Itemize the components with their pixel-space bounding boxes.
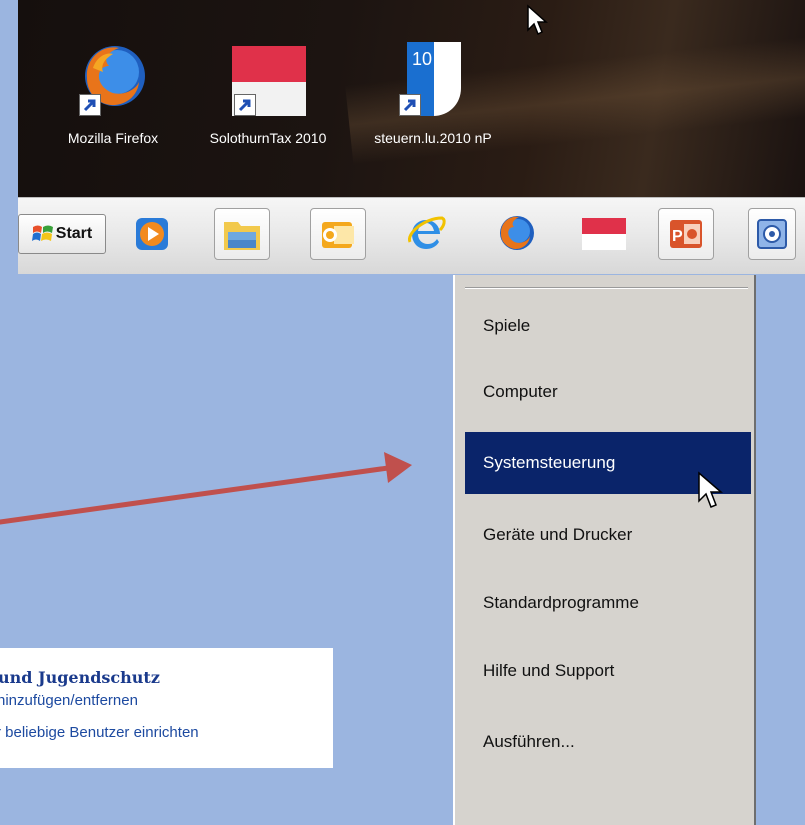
svg-text:P: P xyxy=(672,228,683,245)
powerpoint-icon: P xyxy=(670,220,702,248)
steuern-lu-icon: 10 xyxy=(393,38,473,118)
taskbar-firefox[interactable] xyxy=(492,210,540,258)
menu-item-computer[interactable]: Computer xyxy=(465,361,751,423)
panel-link-add-remove[interactable]: hinzufügen/entfernen xyxy=(0,692,138,709)
menu-item-ausfuehren[interactable]: Ausführen... xyxy=(465,711,751,773)
panel-link-setup-users[interactable]: r beliebige Benutzer einrichten xyxy=(0,724,199,741)
shortcut-arrow-icon xyxy=(234,94,256,116)
taskbar-internet-explorer[interactable] xyxy=(402,210,450,258)
steuern-badge: 10 xyxy=(412,49,432,69)
outlook-icon xyxy=(322,222,354,248)
taskbar-outlook[interactable] xyxy=(310,208,366,260)
start-button[interactable]: Start xyxy=(18,214,106,254)
shortcut-arrow-icon xyxy=(399,94,421,116)
shortcut-arrow-icon xyxy=(79,94,101,116)
taskbar-explorer[interactable] xyxy=(214,208,270,260)
explorer-folder-icon xyxy=(224,222,260,250)
taskbar: Start P xyxy=(18,197,805,274)
windows-logo-icon xyxy=(31,225,53,241)
firefox-icon xyxy=(500,216,534,250)
desktop-icon-solothurntax[interactable]: SolothurnTax 2010 xyxy=(193,38,343,146)
desktop-icon-steuern-lu[interactable]: 10 steuern.lu.2010 nP xyxy=(358,38,508,146)
menu-item-spiele[interactable]: Spiele xyxy=(465,295,751,357)
help-app-icon xyxy=(757,219,787,249)
mouse-cursor-icon xyxy=(698,471,723,508)
menu-item-hilfe-und-support[interactable]: Hilfe und Support xyxy=(465,640,751,702)
firefox-icon xyxy=(73,38,153,118)
menu-separator xyxy=(465,287,748,289)
panel-title[interactable]: und Jugendschutz xyxy=(0,668,160,687)
media-player-icon xyxy=(136,218,168,250)
screen: { "desktop": { "icons": [ { "label": "Mo… xyxy=(0,0,805,825)
control-panel-snippet: und Jugendschutz hinzufügen/entfernen r … xyxy=(0,648,333,768)
desktop-icon-label: SolothurnTax 2010 xyxy=(209,130,327,146)
desktop-icon-label: steuern.lu.2010 nP xyxy=(374,130,492,146)
taskbar-solothurntax[interactable] xyxy=(578,210,630,258)
solothurntax-icon xyxy=(228,38,308,118)
mouse-cursor-icon xyxy=(527,4,548,36)
internet-explorer-icon xyxy=(408,216,446,249)
desktop: Mozilla Firefox SolothurnTax 2010 10 ste… xyxy=(18,0,805,197)
desktop-icon-firefox[interactable]: Mozilla Firefox xyxy=(38,38,188,146)
solothurntax-icon xyxy=(582,218,626,250)
start-label: Start xyxy=(55,225,93,242)
taskbar-powerpoint[interactable]: P xyxy=(658,208,714,260)
start-menu-right-pane: Spiele Computer Systemsteuerung Geräte u… xyxy=(453,275,756,825)
taskbar-help-app[interactable] xyxy=(748,208,796,260)
menu-item-standardprogramme[interactable]: Standardprogramme xyxy=(465,572,751,634)
taskbar-media-player[interactable] xyxy=(128,210,176,258)
desktop-icon-label: Mozilla Firefox xyxy=(67,130,159,146)
menu-item-geraete-und-drucker[interactable]: Geräte und Drucker xyxy=(465,504,751,566)
